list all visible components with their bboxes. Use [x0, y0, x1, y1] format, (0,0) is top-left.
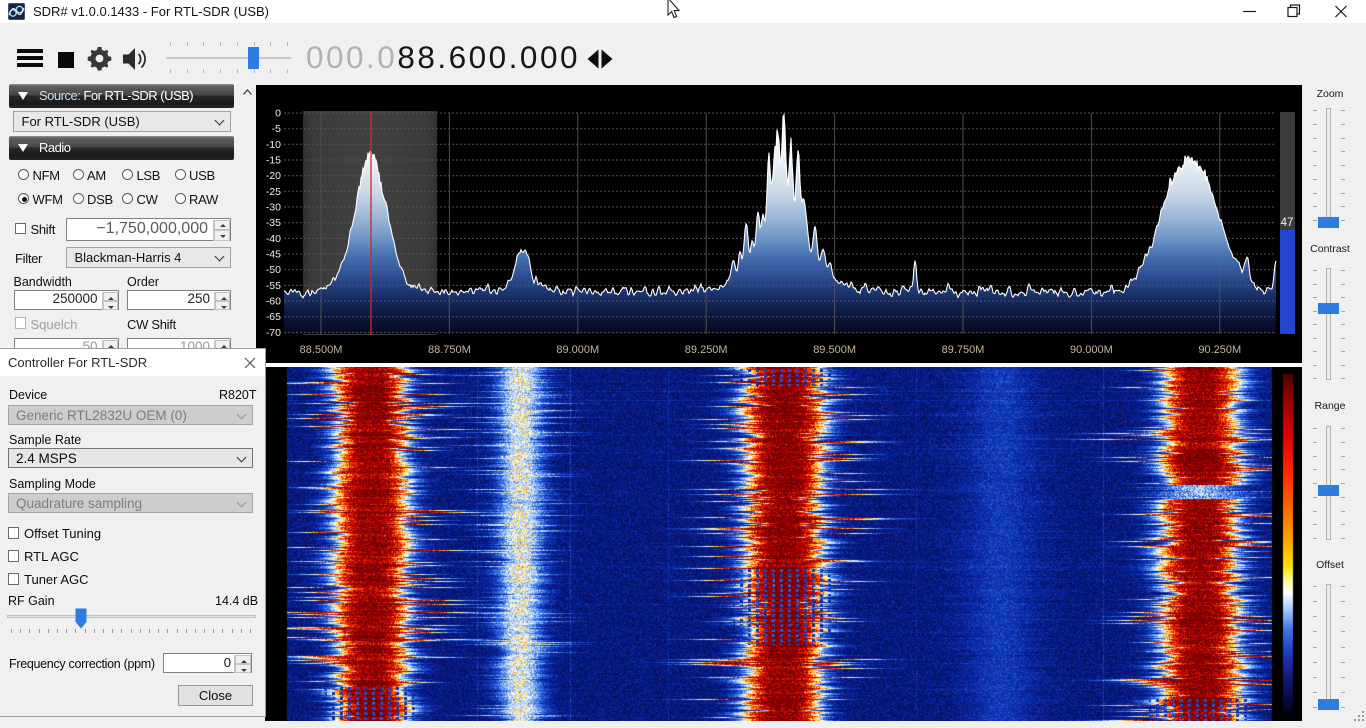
svg-text:-30: -30 [266, 202, 281, 214]
svg-text:90.250M: 90.250M [1198, 344, 1241, 356]
svg-text:-25: -25 [266, 186, 281, 198]
svg-text:88.500M: 88.500M [300, 344, 343, 356]
svg-text:-55: -55 [266, 280, 281, 292]
svg-text:-50: -50 [266, 264, 281, 276]
svg-text:89.500M: 89.500M [813, 344, 856, 356]
svg-text:47: 47 [1281, 217, 1294, 229]
svg-text:89.750M: 89.750M [942, 344, 985, 356]
svg-text:-40: -40 [266, 233, 281, 245]
svg-text:-35: -35 [266, 217, 281, 229]
svg-text:-15: -15 [266, 155, 281, 167]
svg-text:-20: -20 [266, 170, 281, 182]
svg-text:-60: -60 [266, 296, 281, 308]
svg-text:-70: -70 [266, 327, 281, 339]
svg-text:-45: -45 [266, 249, 281, 261]
svg-text:-5: -5 [272, 123, 281, 135]
svg-text:0: 0 [275, 108, 281, 120]
svg-text:89.000M: 89.000M [556, 344, 599, 356]
svg-text:89.250M: 89.250M [685, 344, 728, 356]
svg-text:88.750M: 88.750M [428, 344, 471, 356]
svg-text:90.000M: 90.000M [1070, 344, 1113, 356]
svg-text:-65: -65 [266, 311, 281, 323]
svg-text:-10: -10 [266, 139, 281, 151]
